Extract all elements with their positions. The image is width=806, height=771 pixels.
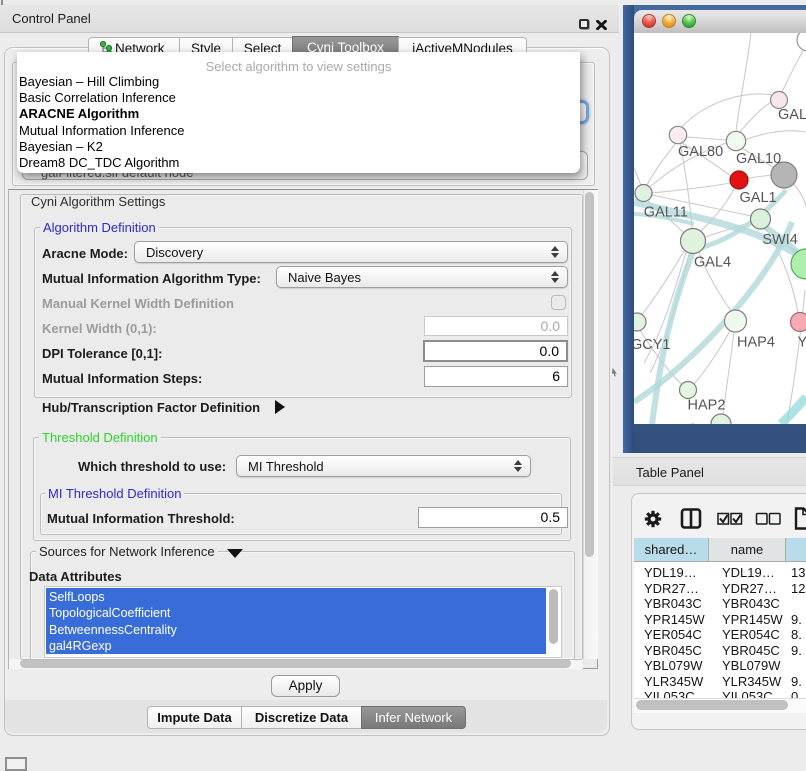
- svg-text:HAP2: HAP2: [688, 398, 726, 414]
- svg-text:GAL1: GAL1: [740, 190, 777, 206]
- svg-text:GAL80: GAL80: [678, 144, 723, 160]
- svg-text:GAL11: GAL11: [644, 205, 688, 221]
- svg-text:GCY1: GCY1: [634, 337, 671, 353]
- svg-text:Y: Y: [798, 335, 806, 351]
- svg-text:GAL7: GAL7: [778, 107, 806, 123]
- svg-text:SWI4: SWI4: [762, 232, 797, 248]
- svg-text:HAP4: HAP4: [737, 335, 775, 351]
- svg-text:GAL10: GAL10: [736, 151, 781, 167]
- svg-text:GAL4: GAL4: [694, 255, 731, 271]
